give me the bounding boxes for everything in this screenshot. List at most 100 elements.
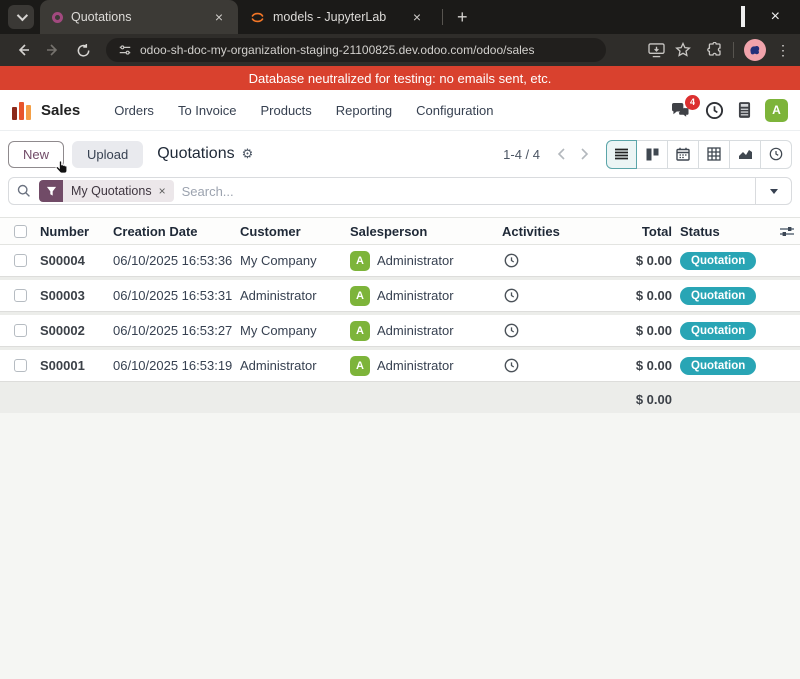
forward-button[interactable] (40, 37, 66, 63)
status-badge: Quotation (680, 357, 756, 375)
column-header-creation-date[interactable]: Creation Date (113, 224, 240, 239)
optional-columns-button[interactable] (780, 226, 800, 237)
row-checkbox[interactable] (14, 324, 27, 337)
activity-view-icon (769, 147, 783, 161)
reload-button[interactable] (70, 37, 96, 63)
select-all-checkbox[interactable] (14, 225, 27, 238)
search-input[interactable]: Search... (182, 184, 234, 199)
salesperson-avatar: A (350, 356, 370, 376)
messages-button[interactable]: 4 (670, 102, 691, 119)
cell-total: $ 0.00 (560, 323, 672, 338)
column-header-status[interactable]: Status (672, 224, 780, 239)
activity-clock-button[interactable] (492, 253, 560, 268)
cell-salesperson: Administrator (377, 253, 454, 268)
quotations-list: Number Creation Date Customer Salesperso… (0, 217, 800, 413)
cell-customer: Administrator (240, 358, 350, 373)
search-dropdown-toggle[interactable] (755, 178, 791, 204)
chevron-right-icon (580, 148, 589, 160)
activity-clock-button[interactable] (492, 288, 560, 303)
sales-app-icon[interactable] (12, 100, 31, 120)
cell-creation-date: 06/10/2025 16:53:27 (113, 323, 240, 338)
status-badge: Quotation (680, 252, 756, 270)
tab-close-icon[interactable]: × (408, 8, 426, 26)
view-calendar-button[interactable] (668, 140, 699, 169)
view-switcher (606, 140, 792, 169)
extensions-button[interactable] (707, 42, 723, 58)
new-button-label: New (23, 147, 49, 162)
page-title: Quotations (157, 145, 234, 163)
user-avatar[interactable]: A (765, 99, 788, 122)
bookmark-button[interactable] (675, 42, 691, 58)
cell-creation-date: 06/10/2025 16:53:31 (113, 288, 240, 303)
menu-reporting[interactable]: Reporting (324, 90, 404, 131)
profile-art (748, 43, 762, 57)
app-name[interactable]: Sales (41, 102, 80, 119)
cell-salesperson: Administrator (377, 323, 454, 338)
back-button[interactable] (10, 37, 36, 63)
menu-products[interactable]: Products (248, 90, 323, 131)
install-icon (648, 43, 665, 58)
menu-configuration[interactable]: Configuration (404, 90, 505, 131)
column-header-activities[interactable]: Activities (492, 224, 560, 239)
new-tab-button[interactable]: + (449, 7, 476, 28)
caret-down-icon (770, 189, 778, 194)
view-kanban-button[interactable] (637, 140, 668, 169)
cell-salesperson: Administrator (377, 358, 454, 373)
search-facet-my-quotations[interactable]: My Quotations × (39, 180, 174, 202)
window-close-button[interactable]: × (771, 9, 780, 25)
pivot-view-icon (707, 147, 721, 161)
reload-icon (76, 43, 91, 58)
activity-clock-button[interactable] (492, 358, 560, 373)
pager-previous-button[interactable] (550, 148, 573, 160)
menu-to-invoice[interactable]: To Invoice (166, 90, 249, 131)
browser-tab-jupyterlab[interactable]: models - JupyterLab × (238, 0, 436, 34)
menu-orders[interactable]: Orders (102, 90, 166, 131)
install-app-button[interactable] (648, 43, 665, 58)
upload-button[interactable]: Upload (72, 141, 143, 168)
bar-1 (12, 107, 17, 120)
table-row[interactable]: S00003 06/10/2025 16:53:31 Administrator… (0, 280, 800, 312)
browser-tab-quotations[interactable]: Quotations × (40, 0, 238, 34)
debug-tools-button[interactable] (738, 101, 751, 119)
row-checkbox[interactable] (14, 289, 27, 302)
view-list-button[interactable] (606, 140, 637, 169)
cell-total: $ 0.00 (560, 288, 672, 303)
tab-close-icon[interactable]: × (210, 8, 228, 26)
column-header-salesperson[interactable]: Salesperson (350, 224, 492, 239)
salesperson-avatar: A (350, 286, 370, 306)
gear-icon[interactable]: ⚙ (242, 146, 254, 162)
tab-search-button[interactable] (8, 5, 34, 29)
jupyter-favicon-icon (250, 10, 265, 25)
browser-profile-avatar[interactable] (744, 39, 766, 61)
facet-remove-icon[interactable]: × (159, 184, 166, 198)
window-maximize-button[interactable] (741, 8, 745, 26)
column-header-number[interactable]: Number (40, 224, 113, 239)
activity-clock-icon (504, 358, 519, 373)
list-view-icon (614, 148, 629, 160)
table-row[interactable]: S00004 06/10/2025 16:53:36 My Company A … (0, 245, 800, 277)
activity-clock-button[interactable] (492, 323, 560, 338)
view-activity-button[interactable] (761, 140, 792, 169)
tab-title: models - JupyterLab (273, 10, 400, 24)
cell-customer: My Company (240, 323, 350, 338)
view-pivot-button[interactable] (699, 140, 730, 169)
activities-button[interactable] (705, 101, 724, 120)
new-button[interactable]: New (8, 141, 64, 168)
table-row[interactable]: S00002 06/10/2025 16:53:27 My Company A … (0, 315, 800, 347)
view-graph-button[interactable] (730, 140, 761, 169)
column-header-customer[interactable]: Customer (240, 224, 350, 239)
cell-salesperson: Administrator (377, 288, 454, 303)
maximize-icon (741, 6, 745, 27)
pager-next-button[interactable] (573, 148, 596, 160)
table-row[interactable]: S00001 06/10/2025 16:53:19 Administrator… (0, 350, 800, 382)
column-header-total[interactable]: Total (560, 224, 672, 239)
address-bar[interactable]: odoo-sh-doc-my-organization-staging-2110… (106, 38, 606, 62)
search-bar[interactable]: My Quotations × Search... (8, 177, 792, 205)
browser-menu-button[interactable]: ⋮ (776, 48, 790, 53)
activity-clock-icon (504, 288, 519, 303)
row-checkbox[interactable] (14, 359, 27, 372)
mouse-cursor (53, 159, 71, 177)
salesperson-avatar: A (350, 251, 370, 271)
calculator-icon (738, 101, 751, 119)
row-checkbox[interactable] (14, 254, 27, 267)
